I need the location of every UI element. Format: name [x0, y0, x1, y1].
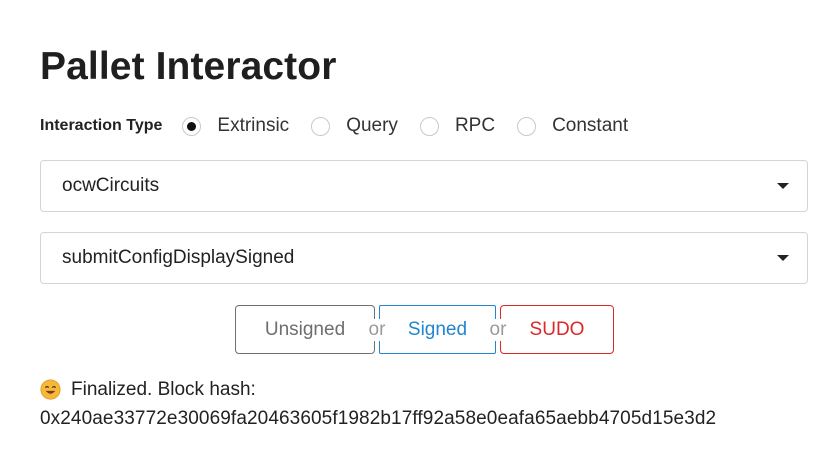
- pallet-dropdown-value: ocwCircuits: [62, 175, 160, 196]
- radio-query[interactable]: Query: [311, 115, 398, 137]
- pallet-dropdown[interactable]: ocwCircuits: [40, 160, 808, 212]
- radio-constant-label: Constant: [552, 115, 629, 136]
- dropdown-caret-icon[interactable]: [777, 183, 789, 189]
- block-hash: 0x240ae33772e30069fa20463605f1982b17ff92…: [40, 408, 717, 429]
- signed-button[interactable]: Signed: [379, 305, 496, 354]
- radio-button-icon[interactable]: [311, 116, 331, 136]
- radio-button-icon[interactable]: [419, 116, 439, 136]
- callable-dropdown[interactable]: submitConfigDisplaySigned: [40, 232, 808, 284]
- status-line: Finalized. Block hash:: [40, 375, 716, 404]
- radio-rpc-label: RPC: [454, 115, 496, 136]
- radio-constant[interactable]: Constant: [517, 115, 628, 137]
- sudo-button[interactable]: SUDO: [500, 305, 614, 354]
- unsigned-button[interactable]: Unsigned: [235, 305, 375, 354]
- radio-button-checked-icon[interactable]: [182, 116, 202, 136]
- status-text: Finalized. Block hash:: [71, 379, 256, 400]
- interaction-type-group: Interaction Type Extrinsic Query RPC Con…: [40, 111, 650, 141]
- dropdown-caret-icon[interactable]: [777, 255, 789, 261]
- interaction-type-label: Interaction Type: [40, 117, 163, 134]
- or-label: or: [365, 318, 389, 341]
- radio-button-icon[interactable]: [517, 116, 537, 136]
- or-label: or: [486, 318, 510, 341]
- radio-extrinsic-label: Extrinsic: [217, 115, 290, 136]
- submit-button-group: Unsigned or Signed or SUDO: [235, 305, 614, 354]
- transaction-status: Finalized. Block hash: 0x240ae33772e3006…: [40, 375, 716, 433]
- page-title: Pallet Interactor: [40, 45, 337, 88]
- smiling-face-icon: [40, 379, 61, 400]
- radio-query-label: Query: [346, 115, 398, 136]
- radio-extrinsic[interactable]: Extrinsic: [182, 115, 289, 137]
- radio-rpc[interactable]: RPC: [419, 115, 496, 137]
- callable-dropdown-value: submitConfigDisplaySigned: [62, 247, 295, 268]
